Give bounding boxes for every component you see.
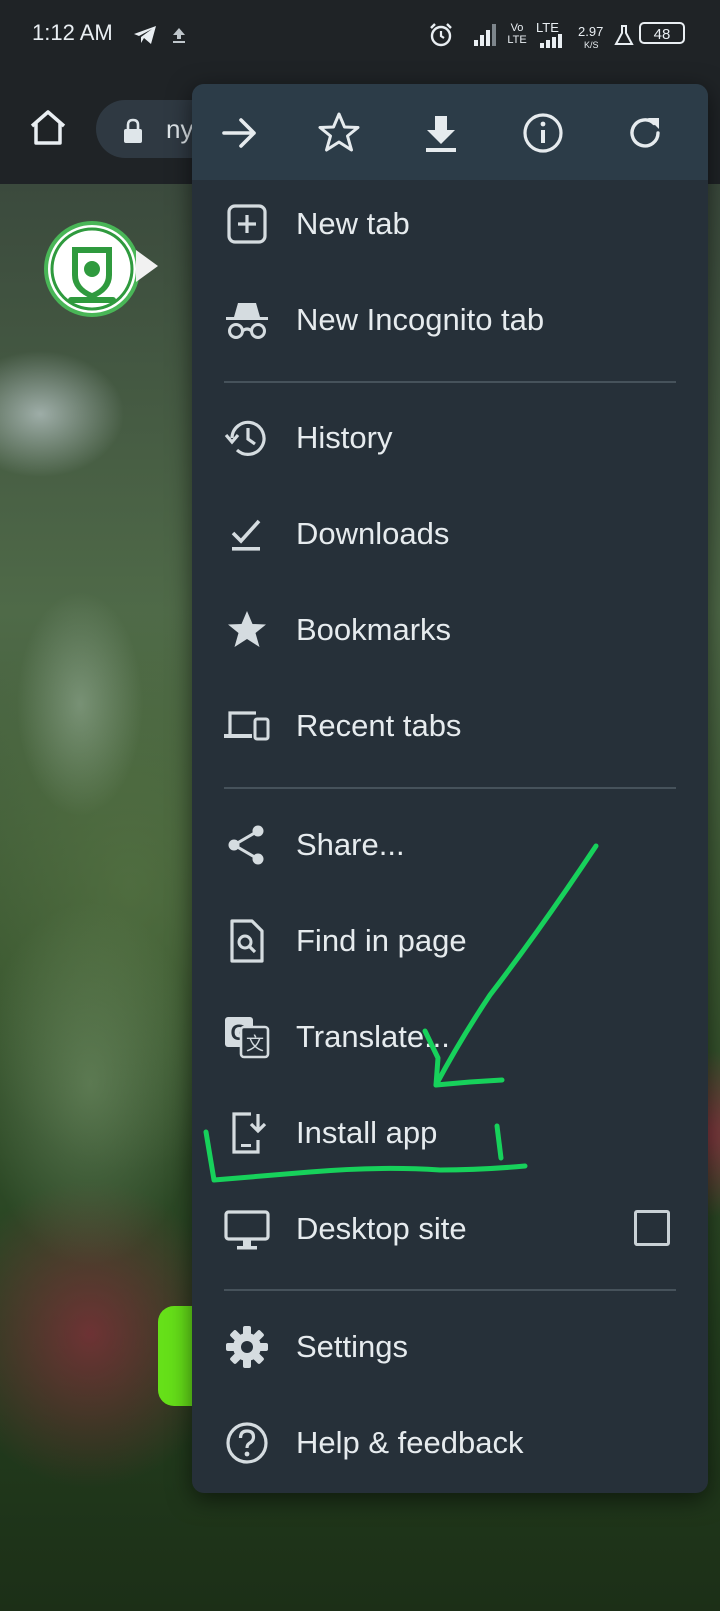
info-icon[interactable]	[518, 108, 568, 158]
menu-divider	[224, 381, 676, 383]
history-icon	[224, 420, 266, 456]
alarm-icon	[430, 23, 452, 47]
menu-item-share[interactable]: Share...	[192, 797, 708, 893]
menu-item-label: Translate...	[296, 1019, 450, 1054]
menu-item-recent-tabs[interactable]: Recent tabs	[192, 678, 708, 774]
status-bar: 1:12 AM Vo LTE LTE 2.97 K/S 48	[0, 0, 720, 72]
menu-item-label: Bookmarks	[296, 612, 452, 647]
signal-icon	[474, 24, 496, 46]
menu-item-desktop-site[interactable]: Desktop site	[192, 1181, 708, 1277]
svg-text:文: 文	[246, 1034, 264, 1054]
menu-item-label: Recent tabs	[296, 708, 462, 743]
downloads-icon	[231, 519, 261, 551]
desktop-site-checkbox[interactable]	[634, 1210, 670, 1246]
volte-label: Vo LTE	[507, 22, 527, 46]
share-icon	[228, 825, 264, 865]
translate-icon: G 文	[225, 1017, 270, 1059]
menu-item-label: History	[296, 420, 393, 455]
new-tab-icon	[227, 204, 267, 244]
menu-item-help-feedback[interactable]: Help & feedback	[192, 1395, 708, 1491]
menu-item-label: Install app	[296, 1115, 438, 1150]
menu-item-label: Find in page	[296, 923, 467, 958]
help-icon	[226, 1422, 268, 1464]
devices-icon	[224, 711, 270, 741]
desktop-icon	[224, 1210, 270, 1250]
menu-item-bookmarks[interactable]: Bookmarks	[192, 582, 708, 678]
bookmark-star-icon[interactable]	[314, 108, 364, 158]
download-icon[interactable]	[416, 108, 466, 158]
menu-item-downloads[interactable]: Downloads	[192, 486, 708, 582]
menu-item-label: New Incognito tab	[296, 302, 545, 337]
site-logo[interactable]	[44, 221, 140, 317]
upload-icon	[173, 28, 185, 43]
net-speed: 2.97	[578, 24, 604, 39]
menu-item-label: New tab	[296, 206, 410, 241]
menu-item-find-in-page[interactable]: Find in page	[192, 893, 708, 989]
menu-action-bar	[192, 84, 708, 180]
menu-divider	[224, 1289, 676, 1291]
telegram-icon	[134, 26, 156, 44]
menu-item-settings[interactable]: Settings	[192, 1299, 708, 1395]
menu-item-new-tab[interactable]: New tab	[192, 176, 708, 272]
flask-icon	[614, 25, 634, 45]
menu-item-translate[interactable]: G 文 Translate...	[192, 989, 708, 1085]
menu-item-label: Downloads	[296, 516, 450, 551]
menu-divider	[224, 787, 676, 789]
logo-pointer	[136, 250, 158, 282]
menu-item-label: Settings	[296, 1329, 409, 1364]
overflow-menu: New tab New Incognito tab History Downlo…	[192, 84, 708, 1493]
reload-icon[interactable]	[620, 108, 670, 158]
menu-item-install-app[interactable]: Install app	[192, 1085, 708, 1181]
status-time: 1:12 AM	[32, 20, 113, 45]
install-app-icon	[232, 1112, 267, 1154]
find-in-page-icon	[230, 919, 264, 963]
bookmarks-star-icon	[228, 611, 266, 647]
menu-item-label: Desktop site	[296, 1211, 467, 1246]
lock-icon	[124, 118, 142, 143]
settings-gear-icon	[226, 1326, 268, 1368]
home-icon[interactable]	[26, 106, 70, 150]
menu-item-history[interactable]: History	[192, 390, 708, 486]
menu-item-new-incognito-tab[interactable]: New Incognito tab	[192, 272, 708, 368]
battery-indicator: 48	[639, 22, 685, 44]
net-speed-unit: K/S	[584, 40, 599, 50]
lte-label: LTE	[536, 20, 559, 35]
menu-item-label: Share...	[296, 827, 405, 862]
menu-item-label: Help & feedback	[296, 1425, 524, 1460]
incognito-icon	[226, 303, 268, 339]
forward-icon[interactable]	[214, 108, 264, 158]
url-text: ny	[166, 114, 194, 144]
signal-icon-2	[540, 34, 562, 48]
